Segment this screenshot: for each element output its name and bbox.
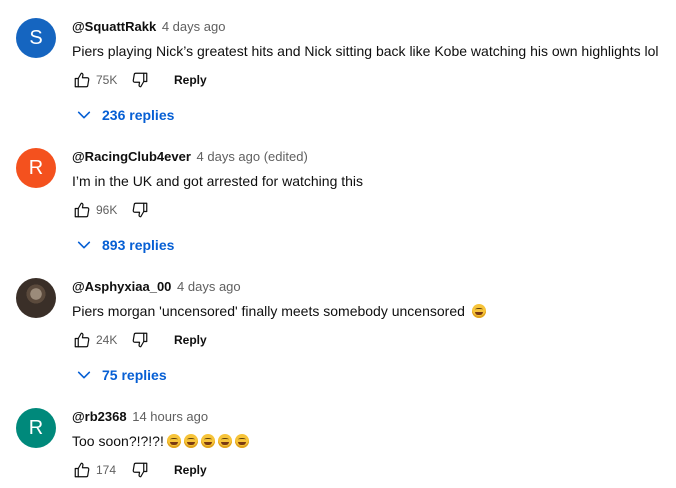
replies-count: 236 replies: [102, 107, 175, 123]
laughing-emoji-icon: [183, 434, 198, 448]
chevron-down-icon: [77, 241, 91, 249]
view-replies-button[interactable]: 236 replies: [76, 104, 174, 126]
reply-button[interactable]: Reply: [174, 463, 207, 477]
replies-count: 75 replies: [102, 367, 167, 383]
view-replies-button[interactable]: 893 replies: [76, 234, 174, 256]
laughing-emoji-icon: [166, 434, 181, 448]
like-count: 174: [96, 463, 117, 477]
chevron-down-icon: [77, 111, 91, 119]
dislike-button[interactable]: [130, 330, 150, 350]
like-count: 24K: [96, 333, 118, 347]
like-button[interactable]: [72, 70, 92, 90]
thumbs-up-icon: [74, 202, 90, 218]
comment-text: Piers morgan 'uncensored' finally meets …: [72, 303, 465, 319]
view-replies-button[interactable]: 75 replies: [76, 364, 167, 386]
comment-author[interactable]: @rb2368: [72, 409, 127, 424]
like-button[interactable]: [72, 200, 92, 220]
comment-text-row: Piers morgan 'uncensored' finally meets …: [72, 301, 668, 321]
thumbs-down-icon: [132, 72, 148, 88]
like-count: 75K: [96, 73, 118, 87]
laughing-emoji-icon: [200, 434, 215, 448]
comment-text: I’m in the UK and got arrested for watch…: [72, 173, 364, 189]
laughing-emoji-icon: [234, 434, 249, 448]
avatar[interactable]: R: [16, 148, 56, 188]
comment-timestamp[interactable]: 4 days ago (edited): [197, 149, 308, 164]
comment-timestamp[interactable]: 4 days ago: [177, 279, 241, 294]
thumbs-up-icon: [74, 72, 90, 88]
thumbs-down-icon: [132, 462, 148, 478]
reply-button[interactable]: Reply: [174, 73, 207, 87]
thumbs-up-icon: [74, 462, 90, 478]
comment-timestamp[interactable]: 4 days ago: [162, 19, 226, 34]
comment-text: Piers playing Nick’s greatest hits and N…: [72, 43, 659, 59]
dislike-button[interactable]: [130, 200, 150, 220]
reply-button[interactable]: Reply: [174, 333, 207, 347]
comment-author[interactable]: @Asphyxiaa_00: [72, 279, 171, 294]
comment-author[interactable]: @RacingClub4ever: [72, 149, 191, 164]
thumbs-down-icon: [132, 332, 148, 348]
thumbs-up-icon: [74, 332, 90, 348]
like-button[interactable]: [72, 330, 92, 350]
laughing-emoji-icon: [471, 304, 486, 318]
dislike-button[interactable]: [130, 70, 150, 90]
comment-text-row: Too soon?!?!?!: [72, 431, 668, 451]
like-count: 96K: [96, 203, 118, 217]
avatar[interactable]: [16, 278, 56, 318]
comment-timestamp[interactable]: 14 hours ago: [132, 409, 208, 424]
like-button[interactable]: [72, 460, 92, 480]
dislike-button[interactable]: [130, 460, 150, 480]
avatar[interactable]: S: [16, 18, 56, 58]
avatar[interactable]: R: [16, 408, 56, 448]
thumbs-down-icon: [132, 202, 148, 218]
comment-text: Too soon?!?!?!: [72, 433, 164, 449]
replies-count: 893 replies: [102, 237, 175, 253]
comment-author[interactable]: @SquattRakk: [72, 19, 156, 34]
chevron-down-icon: [77, 371, 91, 379]
laughing-emoji-icon: [217, 434, 232, 448]
